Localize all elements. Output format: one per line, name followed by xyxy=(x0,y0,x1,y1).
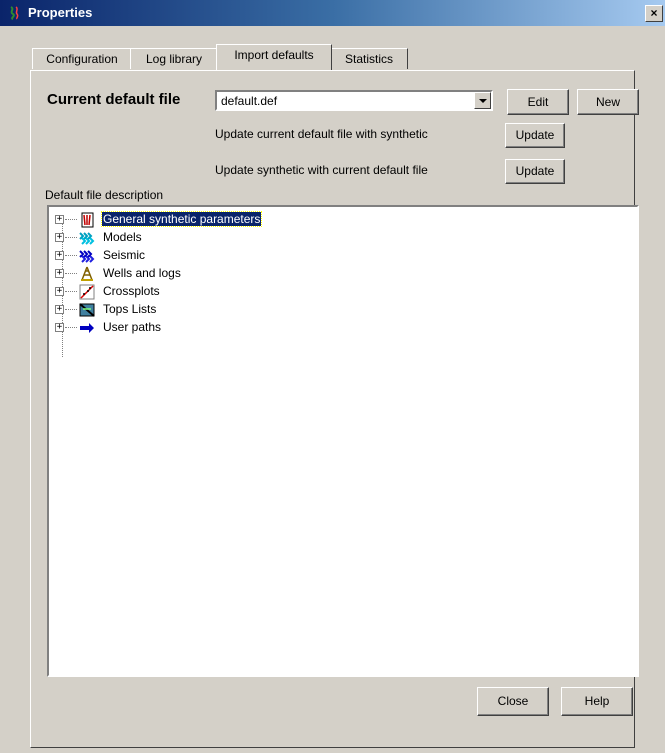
tree-item-label: Wells and logs xyxy=(103,266,181,280)
expand-icon[interactable]: + xyxy=(55,215,64,224)
tab-configuration[interactable]: Configuration xyxy=(32,48,132,69)
tree-connector xyxy=(65,309,77,310)
expand-icon[interactable]: + xyxy=(55,251,64,260)
update-synthetic-button[interactable]: Update xyxy=(505,159,565,184)
tree-connector xyxy=(65,291,77,292)
expand-icon[interactable]: + xyxy=(55,305,64,314)
edit-button[interactable]: Edit xyxy=(507,89,569,115)
tree-connector xyxy=(65,273,77,274)
default-file-description-label: Default file description xyxy=(45,188,164,202)
tree-connector xyxy=(65,219,77,220)
tree-item-label: User paths xyxy=(103,320,162,334)
expand-icon[interactable]: + xyxy=(55,323,64,332)
update-default-file-label: Update current default file with synthet… xyxy=(215,127,428,141)
tree-item-label: General synthetic parameters xyxy=(100,211,263,227)
well-derrick-icon xyxy=(81,266,93,281)
parameters-icon xyxy=(81,212,94,228)
tab-label: Statistics xyxy=(344,52,393,66)
tree-connector xyxy=(65,237,77,238)
close-button[interactable]: Close xyxy=(477,687,549,716)
help-button[interactable]: Help xyxy=(561,687,633,716)
tab-import-defaults[interactable]: Import defaults xyxy=(216,44,332,70)
update-default-file-button[interactable]: Update xyxy=(505,123,565,148)
app-icon xyxy=(10,6,19,20)
chevron-down-icon[interactable] xyxy=(474,92,491,109)
tab-statistics[interactable]: Statistics xyxy=(330,48,408,69)
tab-label: Log library xyxy=(145,52,203,66)
dialog-client: Configuration Log library Import default… xyxy=(0,26,665,753)
tops-icon xyxy=(79,303,95,317)
tree-item-label: Seismic xyxy=(103,248,146,262)
crossplot-icon xyxy=(79,284,95,300)
seismic-icon xyxy=(79,250,95,263)
expand-icon[interactable]: + xyxy=(55,287,64,296)
new-button[interactable]: New xyxy=(577,89,639,115)
tree-item-label: Crossplots xyxy=(103,284,160,298)
update-synthetic-label: Update synthetic with current default fi… xyxy=(215,163,428,177)
default-file-value: default.def xyxy=(221,94,278,108)
tab-label: Import defaults xyxy=(234,48,314,62)
expand-icon[interactable]: + xyxy=(55,233,64,242)
window-title: Properties xyxy=(28,5,93,20)
models-icon xyxy=(79,232,95,245)
tab-log-library[interactable]: Log library xyxy=(130,48,218,69)
tree-item-label: Models xyxy=(103,230,142,244)
window-close-button[interactable]: × xyxy=(645,5,663,22)
tree-connector xyxy=(65,255,77,256)
expand-icon[interactable]: + xyxy=(55,269,64,278)
tree-connector xyxy=(65,327,77,328)
current-default-file-label: Current default file xyxy=(47,91,181,108)
tab-label: Configuration xyxy=(46,52,118,66)
default-file-tree[interactable]: + General synthetic parameters + Models xyxy=(47,205,639,677)
arrow-right-icon xyxy=(80,323,94,333)
default-file-dropdown[interactable]: default.def xyxy=(215,90,493,111)
import-defaults-panel: Current default file default.def Edit Ne… xyxy=(30,70,639,748)
title-bar: Properties × xyxy=(0,0,665,26)
tree-item-label: Tops Lists xyxy=(103,302,157,316)
